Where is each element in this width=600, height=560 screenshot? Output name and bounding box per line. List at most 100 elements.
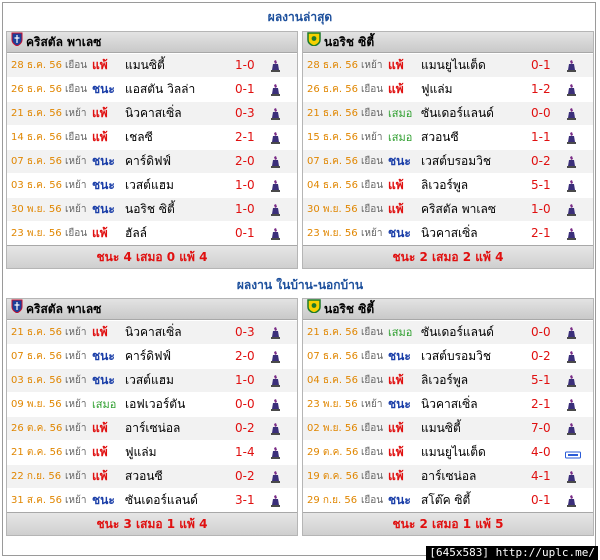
opponent-name: เวสต์แฮม: [125, 373, 174, 387]
match-score: 7-0: [531, 421, 551, 435]
opponent-name: อาร์เซน่อล: [421, 469, 477, 483]
match-result: เสมอ: [388, 326, 413, 339]
match-date: 23 พ.ย. 56: [307, 228, 358, 239]
match-date: 26 ธ.ค. 56: [11, 84, 62, 95]
match-list: 28 ธ.ค. 56 เยือน แพ้ แมนซิตี้ 1-0 26 ธ.ค. 56 เ…: [7, 53, 297, 245]
match-venue: เหย้า: [361, 132, 383, 143]
match-result: ชนะ: [388, 226, 411, 240]
match-score: 1-0: [235, 202, 255, 216]
match-venue: เยือน: [65, 132, 88, 143]
match-result: ชนะ: [92, 349, 115, 363]
panel-header: คริสตัล พาเลซ: [7, 299, 297, 320]
match-venue: เหย้า: [65, 399, 87, 410]
opponent-name: นิวคาสเซิ่ล: [421, 226, 478, 240]
image-size-watermark: [645x583] http://uplc.me/: [426, 546, 598, 560]
match-row: 21 ต.ค. 56 เหย้า แพ้ ฟูแล่ม 1-4: [7, 440, 297, 464]
opponent-name: อาร์เซน่อล: [125, 421, 181, 435]
opponent-name: คาร์ดิฟฟ์: [125, 154, 171, 168]
opponent-name: คริสตัล พาเลซ: [421, 202, 497, 216]
opponent-name: ฮัลล์: [125, 226, 148, 240]
match-date: 23 พ.ย. 56: [11, 228, 62, 239]
match-date: 07 ธ.ค. 56: [11, 351, 62, 362]
match-venue: เหย้า: [65, 327, 87, 338]
match-score: 0-2: [531, 349, 551, 363]
match-venue: เหย้า: [65, 351, 87, 362]
opponent-name: แมนยูไนเต็ด: [421, 445, 486, 459]
panel-header: นอริช ซิตี้: [303, 32, 593, 53]
match-date: 29 ก.ย. 56: [307, 495, 358, 506]
opponent-name: ซันเดอร์แลนด์: [421, 106, 494, 120]
match-row: 21 ธ.ค. 56 เยือน เสมอ ซันเดอร์แลนด์ 0-0: [303, 101, 593, 125]
match-list: 21 ธ.ค. 56 เหย้า แพ้ นิวคาสเซิ่ล 0-3 07 ธ.ค. …: [7, 320, 297, 512]
match-result: แพ้: [388, 469, 404, 483]
match-date: 30 พ.ย. 56: [307, 204, 358, 215]
match-result: ชนะ: [92, 82, 115, 96]
match-date: 03 ธ.ค. 56: [11, 180, 62, 191]
match-date: 21 ต.ค. 56: [11, 447, 63, 458]
match-date: 15 ธ.ค. 56: [307, 132, 358, 143]
match-date: 14 ธ.ค. 56: [11, 132, 62, 143]
match-date: 22 ก.ย. 56: [11, 471, 62, 482]
match-score: 1-0: [235, 58, 255, 72]
match-row: 26 ธ.ค. 56 เยือน แพ้ ฟูแล่ม 1-2: [303, 77, 593, 101]
league-trophy-icon: [565, 226, 579, 249]
match-date: 21 ธ.ค. 56: [11, 108, 62, 119]
match-venue: เยือน: [361, 327, 384, 338]
match-score: 5-1: [531, 178, 551, 192]
match-score: 0-3: [235, 106, 255, 120]
match-result: ชนะ: [388, 493, 411, 507]
match-score: 0-1: [531, 493, 551, 507]
match-row: 29 ก.ย. 56 เยือน ชนะ สโต๊ค ซิตี้ 0-1: [303, 488, 593, 512]
match-venue: เหย้า: [65, 447, 87, 458]
match-venue: เยือน: [65, 228, 88, 239]
homeaway-panel-norwich: นอริช ซิตี้ 21 ธ.ค. 56 เยือน เสมอ ซันเดอร์แล…: [302, 298, 594, 536]
match-score: 1-0: [235, 373, 255, 387]
match-score: 1-0: [235, 178, 255, 192]
match-list: 21 ธ.ค. 56 เยือน เสมอ ซันเดอร์แลนด์ 0-0 07 ธ.…: [303, 320, 593, 512]
match-venue: เหย้า: [361, 60, 383, 71]
match-score: 5-1: [531, 373, 551, 387]
match-result: แพ้: [388, 178, 404, 192]
match-date: 30 พ.ย. 56: [11, 204, 62, 215]
match-venue: เหย้า: [65, 495, 87, 506]
match-date: 21 ธ.ค. 56: [307, 108, 358, 119]
opponent-name: ฟูแล่ม: [125, 445, 157, 459]
panel-header: นอริช ซิตี้: [303, 299, 593, 320]
norwich-city-crest-icon: [307, 299, 321, 320]
match-row: 04 ธ.ค. 56 เยือน แพ้ ลิเวอร์พูล 5-1: [303, 173, 593, 197]
match-score: 1-4: [235, 445, 255, 459]
match-row: 30 พ.ย. 56 เหย้า ชนะ นอริช ซิตี้ 1-0: [7, 197, 297, 221]
match-score: 4-0: [531, 445, 551, 459]
league-trophy-icon: [565, 493, 579, 516]
match-row: 07 ธ.ค. 56 เยือน ชนะ เวสต์บรอมวิช 0-2: [303, 344, 593, 368]
match-score: 0-1: [531, 58, 551, 72]
match-date: 26 ต.ค. 56: [11, 423, 63, 434]
match-row: 19 ต.ค. 56 เยือน แพ้ อาร์เซน่อล 4-1: [303, 464, 593, 488]
match-row: 29 ต.ค. 56 เยือน แพ้ แมนยูไนเต็ด 4-0: [303, 440, 593, 464]
match-venue: เยือน: [361, 471, 384, 482]
match-venue: เยือน: [65, 60, 88, 71]
match-result: ชนะ: [388, 397, 411, 411]
match-date: 04 ธ.ค. 56: [307, 180, 358, 191]
match-result: แพ้: [92, 421, 108, 435]
match-date: 09 พ.ย. 56: [11, 399, 62, 410]
match-row: 28 ธ.ค. 56 เยือน แพ้ แมนซิตี้ 1-0: [7, 53, 297, 77]
match-score: 0-0: [235, 397, 255, 411]
opponent-name: นิวคาสเซิ่ล: [125, 106, 182, 120]
match-list: 28 ธ.ค. 56 เหย้า แพ้ แมนยูไนเต็ด 0-1 26 ธ.ค. …: [303, 53, 593, 245]
match-row: 03 ธ.ค. 56 เหย้า ชนะ เวสต์แฮม 1-0: [7, 368, 297, 392]
team-name: นอริช ซิตี้: [324, 35, 375, 49]
match-result: แพ้: [388, 58, 404, 72]
match-score: 0-2: [235, 421, 255, 435]
opponent-name: เชลซี: [125, 130, 153, 144]
match-score: 0-1: [235, 226, 255, 240]
match-row: 07 ธ.ค. 56 เหย้า ชนะ คาร์ดิฟฟ์ 2-0: [7, 344, 297, 368]
opponent-name: คาร์ดิฟฟ์: [125, 349, 171, 363]
opponent-name: นิวคาสเซิ่ล: [125, 325, 182, 339]
match-date: 07 ธ.ค. 56: [11, 156, 62, 167]
match-result: แพ้: [92, 226, 108, 240]
opponent-name: สวอนซี: [421, 130, 459, 144]
match-venue: เยือน: [361, 108, 384, 119]
match-score: 1-1: [531, 130, 551, 144]
league-trophy-icon: [269, 493, 283, 516]
